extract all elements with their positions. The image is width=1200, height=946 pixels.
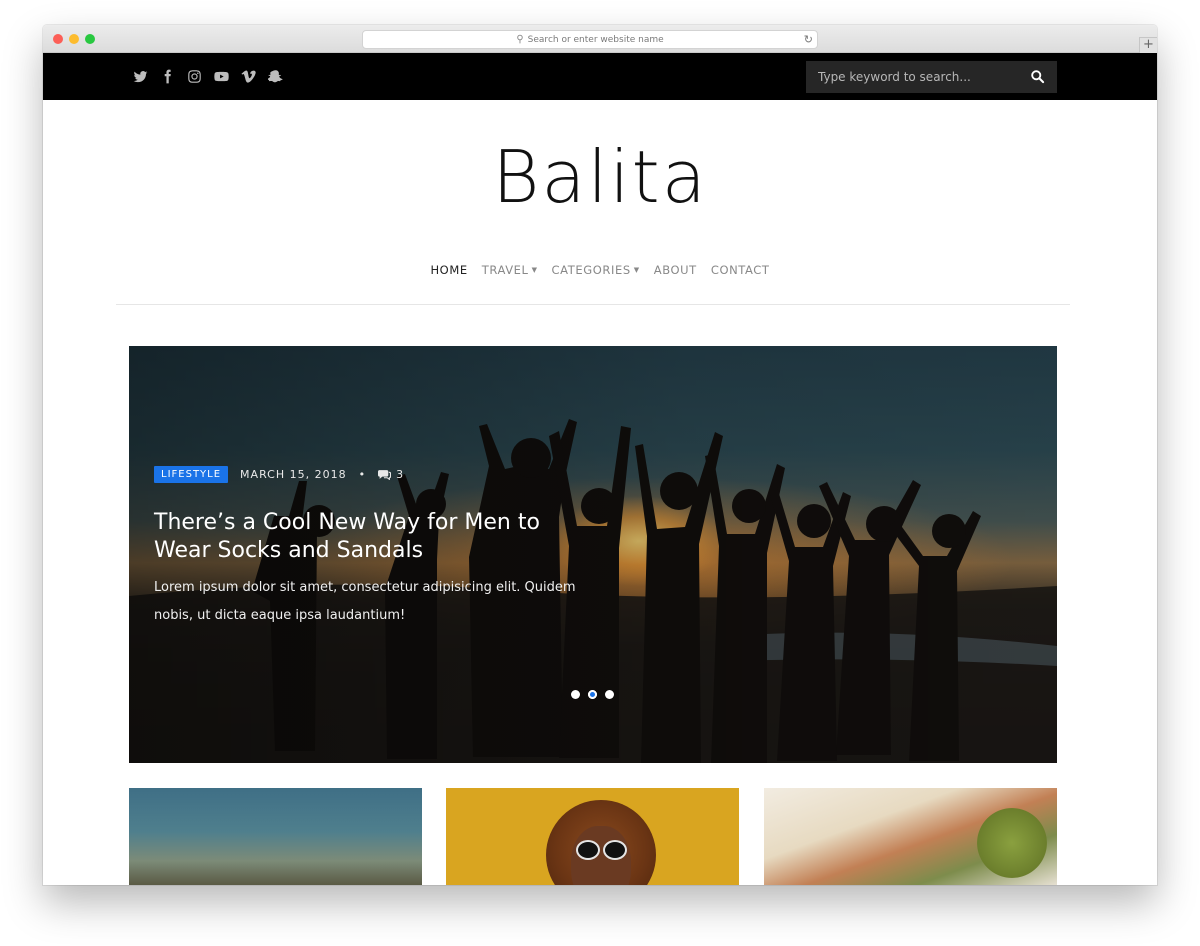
post-card-image[interactable] xyxy=(129,788,422,885)
nav-item-label: CONTACT xyxy=(710,263,770,277)
sunglasses-left xyxy=(576,840,600,860)
post-meta: LIFESTYLE MARCH 15, 2018 • 3 xyxy=(154,466,404,483)
search-icon[interactable] xyxy=(1030,69,1045,84)
reload-icon[interactable]: ↻ xyxy=(804,33,813,46)
browser-toolbar: ⚲ Search or enter website name ↻ + xyxy=(43,25,1157,53)
top-bar xyxy=(43,53,1157,100)
meta-separator: • xyxy=(358,468,367,481)
nav-item-label: ABOUT xyxy=(653,263,697,277)
nav-item-label: TRAVEL xyxy=(481,263,529,277)
address-bar[interactable]: ⚲ Search or enter website name ↻ xyxy=(362,30,818,49)
site-search xyxy=(806,61,1057,93)
tree-shape xyxy=(977,808,1047,878)
post-card-image[interactable] xyxy=(764,788,1057,885)
browser-window: ⚲ Search or enter website name ↻ + Type … xyxy=(43,25,1157,885)
sunglasses-right xyxy=(603,840,627,860)
new-tab-button[interactable]: + xyxy=(1139,37,1157,53)
header-divider xyxy=(116,304,1070,305)
close-window-button[interactable] xyxy=(53,34,63,44)
window-controls xyxy=(53,34,95,44)
nav-item-travel[interactable]: TRAVEL ▼ xyxy=(482,263,538,277)
vimeo-icon[interactable] xyxy=(240,67,257,85)
social-links xyxy=(132,67,284,85)
twitter-icon[interactable] xyxy=(132,67,149,85)
hero-title[interactable]: There’s a Cool New Way for Men to Wear S… xyxy=(154,509,574,565)
nav-item-categories[interactable]: CATEGORIES ▼ xyxy=(552,263,640,277)
category-badge[interactable]: LIFESTYLE xyxy=(154,466,229,483)
comment-count[interactable]: 3 xyxy=(378,468,404,481)
nav-item-label: CATEGORIES xyxy=(551,263,631,277)
caret-down-icon: ▼ xyxy=(633,266,640,274)
slider-dot[interactable] xyxy=(605,690,614,699)
comment-count-value: 3 xyxy=(396,468,405,481)
hero-slider[interactable]: LIFESTYLE MARCH 15, 2018 • 3 There’s a C… xyxy=(129,346,1057,763)
search-icon: ⚲ xyxy=(516,34,524,45)
address-placeholder: Search or enter website name xyxy=(527,34,664,45)
hero-excerpt: Lorem ipsum dolor sit amet, consectetur … xyxy=(154,580,576,623)
nav-item-label: HOME xyxy=(430,263,468,277)
instagram-icon[interactable] xyxy=(186,67,203,85)
nav-item-contact[interactable]: CONTACT xyxy=(711,263,770,277)
post-date: MARCH 15, 2018 xyxy=(240,468,347,481)
site-search-input[interactable] xyxy=(806,70,1016,84)
main-nav: HOME TRAVEL ▼ CATEGORIES ▼ ABOUT CONTACT xyxy=(43,263,1157,277)
snapchat-icon[interactable] xyxy=(267,67,284,85)
nav-item-about[interactable]: ABOUT xyxy=(654,263,697,277)
maximize-window-button[interactable] xyxy=(85,34,95,44)
facebook-icon[interactable] xyxy=(159,67,176,85)
slider-dot[interactable] xyxy=(571,690,580,699)
slider-dots xyxy=(571,690,614,699)
comment-icon xyxy=(378,470,392,480)
site-logo[interactable]: Balita xyxy=(43,137,1157,217)
caret-down-icon: ▼ xyxy=(531,266,538,274)
minimize-window-button[interactable] xyxy=(69,34,79,44)
slider-dot-active[interactable] xyxy=(588,690,597,699)
nav-item-home[interactable]: HOME xyxy=(430,263,467,277)
post-card-image[interactable] xyxy=(446,788,739,885)
youtube-icon[interactable] xyxy=(213,67,230,85)
